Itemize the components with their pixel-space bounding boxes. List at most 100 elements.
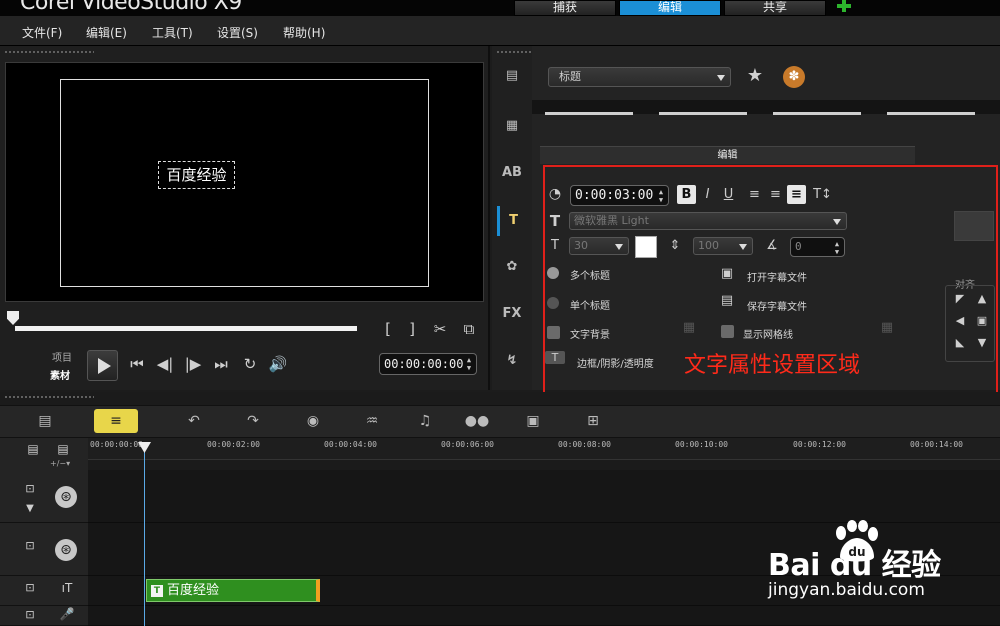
- panel-grip[interactable]: [4, 395, 94, 400]
- scissors-icon[interactable]: ✂: [430, 320, 450, 338]
- show-grid-checkbox[interactable]: [721, 325, 734, 338]
- text-icon[interactable]: T: [497, 206, 527, 236]
- plus-icon[interactable]: [837, 0, 851, 12]
- border-shadow-label[interactable]: 边框/阴影/透明度: [577, 355, 654, 370]
- align-bottom-left-icon[interactable]: ◣: [952, 336, 968, 349]
- align-center-box-icon[interactable]: ▣: [974, 314, 990, 327]
- save-subtitle-icon[interactable]: ▤: [716, 293, 738, 308]
- open-subtitle-label[interactable]: 打开字幕文件: [747, 269, 807, 284]
- border-shadow-icon[interactable]: T: [545, 351, 565, 364]
- panel-grip[interactable]: [496, 50, 536, 55]
- thumbnail-item[interactable]: [659, 112, 747, 115]
- subtitle-editor-icon[interactable]: ▣: [516, 409, 550, 433]
- end-icon[interactable]: ⏭: [210, 355, 232, 373]
- step-tab-edit[interactable]: 编辑: [619, 0, 721, 16]
- graphic-icon[interactable]: ✿: [497, 252, 527, 282]
- multi-camera-icon[interactable]: ⊞: [576, 409, 610, 433]
- home-icon[interactable]: ⏮: [126, 355, 148, 373]
- thumbnail-item[interactable]: [545, 112, 633, 115]
- redo-icon[interactable]: ↷: [236, 409, 270, 433]
- menu-settings[interactable]: 设置(S): [217, 24, 258, 41]
- align-left-side-icon[interactable]: ◀: [952, 314, 968, 327]
- undo-icon[interactable]: ↶: [177, 409, 211, 433]
- overlay-track-icon[interactable]: ⊛: [55, 539, 77, 561]
- text-direction-icon[interactable]: T↕: [813, 185, 832, 204]
- duration-field[interactable]: 0:00:03:00 ▲ ▼: [570, 185, 669, 206]
- scrub-bar[interactable]: [15, 326, 357, 331]
- italic-button[interactable]: I: [698, 185, 717, 204]
- align-bottom-icon[interactable]: ▼: [974, 336, 990, 349]
- previous-frame-icon[interactable]: ◀|: [154, 355, 176, 373]
- thumbnail-item[interactable]: [773, 112, 861, 115]
- record-capture-icon[interactable]: ◉: [296, 409, 330, 433]
- title-track-icon[interactable]: ıT: [56, 581, 78, 595]
- enlarge-preview-icon[interactable]: ⧉: [458, 320, 480, 338]
- track-lock-icon[interactable]: ⊡: [20, 581, 40, 594]
- volume-icon[interactable]: 🔊: [266, 355, 290, 373]
- mode-project-label[interactable]: 项目: [52, 349, 72, 364]
- track-lock-icon[interactable]: ⊡: [20, 539, 40, 552]
- align-left-icon[interactable]: ≡: [745, 185, 764, 204]
- mark-out-icon[interactable]: ]: [404, 320, 420, 338]
- align-top-icon[interactable]: ▲: [974, 292, 990, 305]
- track-manager-icon[interactable]: ▤: [22, 442, 44, 456]
- video-track[interactable]: [88, 470, 1000, 523]
- next-frame-icon[interactable]: |▶: [182, 355, 204, 373]
- angle-field[interactable]: 0 ▲ ▼: [790, 237, 845, 257]
- fx-icon[interactable]: FX: [497, 299, 527, 329]
- zoom-control[interactable]: +/−▾: [50, 459, 70, 468]
- background-settings-icon[interactable]: ▦: [678, 320, 700, 335]
- menu-help[interactable]: 帮助(H): [283, 24, 325, 41]
- get-more-icon[interactable]: ✽: [783, 66, 805, 88]
- add-to-favorites-icon[interactable]: ★: [741, 65, 769, 86]
- chevron-down-icon[interactable]: ▼: [20, 503, 40, 514]
- single-title-radio[interactable]: [547, 297, 559, 309]
- play-button[interactable]: [87, 350, 118, 381]
- mark-in-icon[interactable]: [: [380, 320, 396, 338]
- align-center-icon[interactable]: ≡: [766, 185, 785, 204]
- align-right-icon[interactable]: ≡: [787, 185, 806, 204]
- transition-icon[interactable]: ▦: [497, 111, 527, 141]
- media-icon[interactable]: ▤: [497, 61, 527, 91]
- menu-edit[interactable]: 编辑(E): [86, 24, 127, 41]
- track-lock-icon[interactable]: ⊡: [20, 608, 40, 621]
- title-icon[interactable]: AB: [497, 158, 527, 188]
- grid-settings-icon[interactable]: ▦: [876, 320, 898, 335]
- multi-title-radio[interactable]: [547, 267, 559, 279]
- thumbnail-item[interactable]: [887, 112, 975, 115]
- path-icon[interactable]: ↯: [497, 346, 527, 376]
- track-lock-icon[interactable]: ⊡: [20, 482, 40, 495]
- mode-clip-label[interactable]: 素材: [50, 367, 70, 382]
- text-background-checkbox[interactable]: [547, 326, 560, 339]
- text-color-swatch[interactable]: [635, 236, 657, 258]
- font-dropdown[interactable]: 微软雅黑 Light: [569, 212, 847, 230]
- storyboard-view-icon[interactable]: ▤: [28, 409, 62, 433]
- font-size-dropdown[interactable]: 30: [569, 237, 629, 255]
- step-tab-share[interactable]: 共享: [724, 0, 826, 16]
- panel-grip[interactable]: [4, 50, 94, 55]
- motion-tracking-icon[interactable]: ●●: [460, 409, 494, 433]
- angle-spinner[interactable]: ▲ ▼: [832, 240, 842, 256]
- duration-spinner[interactable]: ▲ ▼: [656, 188, 666, 204]
- voice-track-icon[interactable]: 🎤: [56, 607, 78, 621]
- title-clip[interactable]: T 百度经验: [146, 579, 320, 602]
- preset-preview-box[interactable]: [954, 211, 994, 241]
- bold-button[interactable]: B: [677, 185, 696, 204]
- preview-caption[interactable]: 百度经验: [158, 161, 235, 189]
- chapter-point-icon[interactable]: ▤: [52, 442, 74, 456]
- underline-button[interactable]: U: [719, 185, 738, 204]
- playhead[interactable]: [144, 445, 145, 626]
- timecode-spinner[interactable]: ▲ ▼: [464, 356, 474, 372]
- title-category-dropdown[interactable]: 标题: [548, 67, 731, 87]
- preview-timecode[interactable]: 00:00:00:00 ▲ ▼: [379, 353, 477, 375]
- tab-edit[interactable]: 编辑: [540, 146, 915, 164]
- video-track-icon[interactable]: ⊛: [55, 486, 77, 508]
- line-spacing-dropdown[interactable]: 100: [693, 237, 753, 255]
- sound-mixer-icon[interactable]: ♒: [355, 409, 389, 433]
- align-top-left-icon[interactable]: ◤: [952, 292, 968, 305]
- timeline-view-icon[interactable]: ≡: [94, 409, 138, 433]
- step-tab-capture[interactable]: 捕获: [514, 0, 616, 16]
- voice-track[interactable]: [88, 606, 1000, 626]
- repeat-icon[interactable]: ↻: [239, 355, 261, 373]
- save-subtitle-label[interactable]: 保存字幕文件: [747, 298, 807, 313]
